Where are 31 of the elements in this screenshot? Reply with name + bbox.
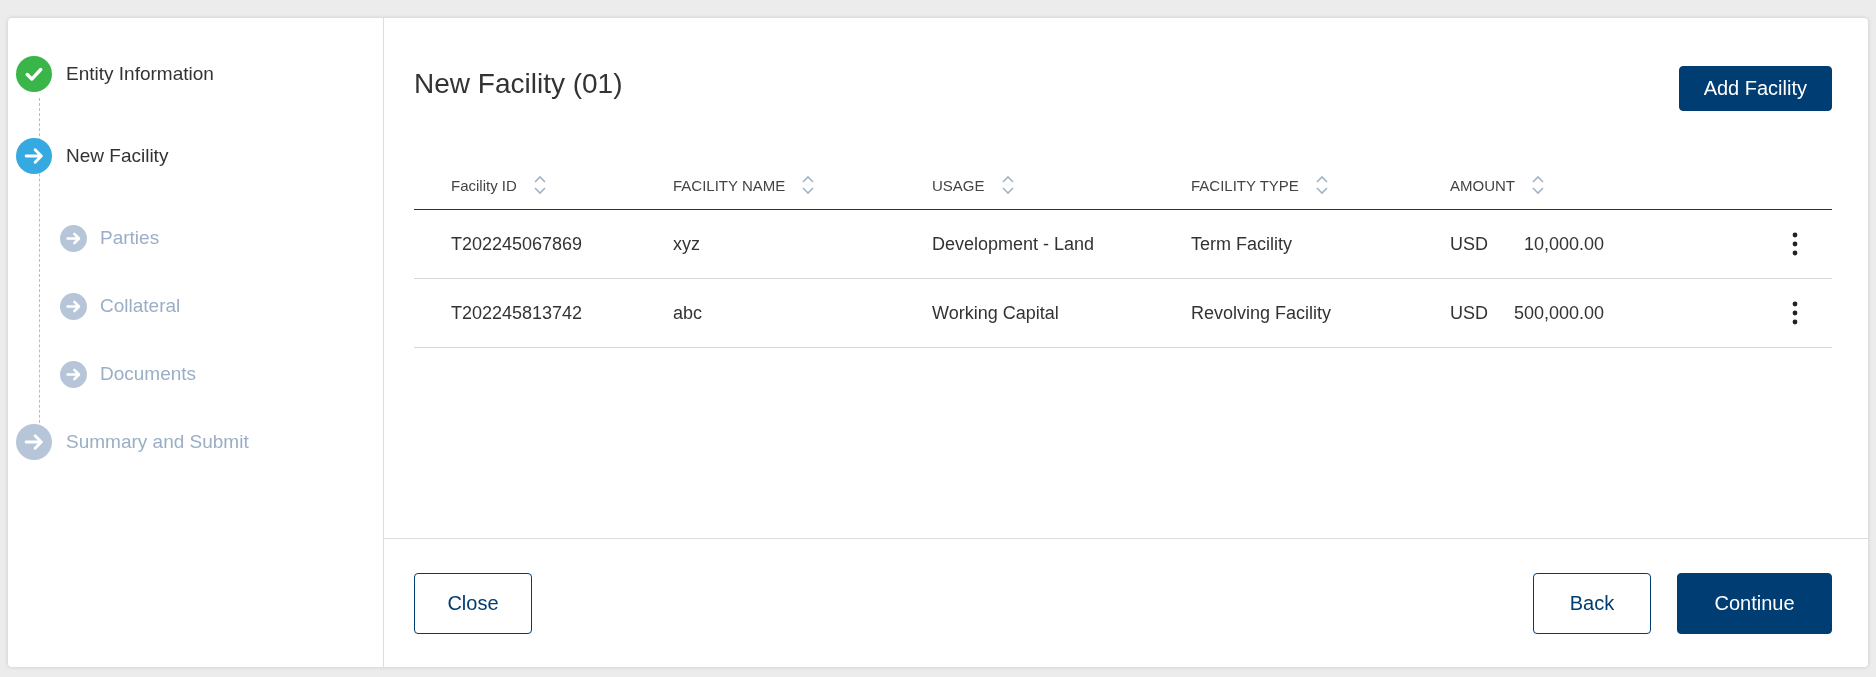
table-cell: Working Capital [932, 302, 1059, 324]
table-cell: Revolving Facility [1191, 302, 1332, 324]
table-cell: abc [673, 302, 703, 324]
sort-icon[interactable] [1531, 174, 1545, 196]
continue-button[interactable]: Continue [1677, 572, 1832, 634]
table-cell: T202245067869 [451, 233, 583, 255]
table-cell: Development - Land [932, 233, 1095, 255]
sort-icon[interactable] [1000, 174, 1015, 196]
more-options-icon[interactable] [1792, 232, 1798, 256]
amount-value: 10,000.00 [1522, 233, 1604, 255]
more-options-icon[interactable] [1792, 301, 1798, 325]
step-label[interactable]: New Facility [66, 145, 169, 167]
page-title: New Facility (01) [414, 68, 623, 100]
currency-code: USD [1450, 302, 1488, 324]
add-facility-button[interactable]: Add Facility [1678, 66, 1832, 111]
table-cell: Term Facility [1191, 233, 1292, 255]
close-button[interactable]: Close [414, 572, 532, 634]
back-button[interactable]: Back [1533, 572, 1651, 634]
sort-icon[interactable] [532, 174, 547, 196]
column-header[interactable]: FACILITY NAME [673, 176, 786, 194]
table-cell: xyz [673, 233, 700, 255]
table-cell: T202245813742 [451, 302, 583, 324]
column-header[interactable]: FACILITY TYPE [1191, 176, 1299, 194]
currency-code: USD [1450, 233, 1488, 255]
column-header[interactable]: USAGE [932, 176, 985, 194]
amount-value: 500,000.00 [1512, 302, 1604, 324]
column-header[interactable]: AMOUNT [1450, 176, 1515, 194]
sort-icon[interactable] [801, 174, 816, 196]
sort-icon[interactable] [1314, 174, 1329, 196]
step-label[interactable]: Entity Information [66, 63, 214, 85]
column-header[interactable]: Facility ID [451, 176, 517, 194]
